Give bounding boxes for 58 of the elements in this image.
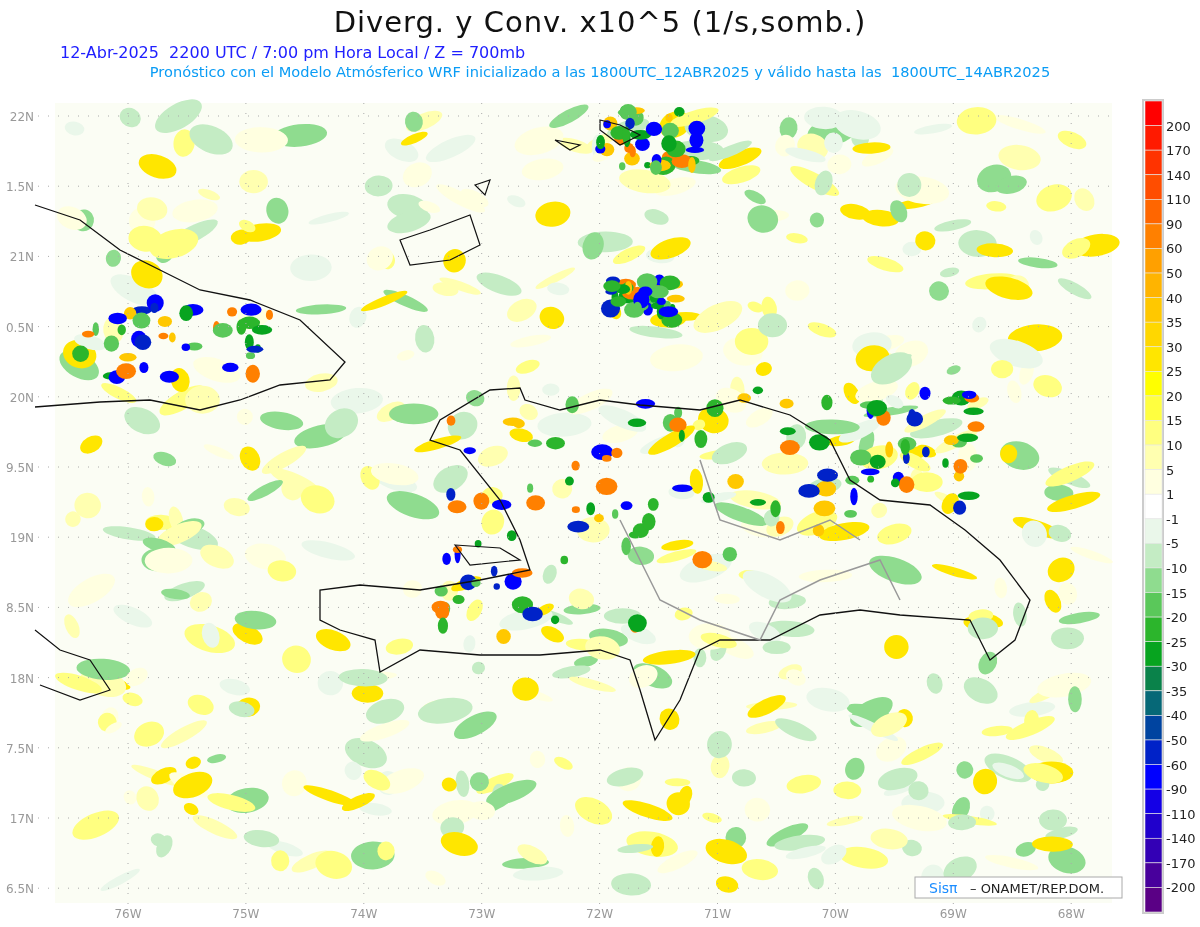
- longitude-label: 72W: [586, 907, 614, 921]
- colorbar-label: 140: [1166, 167, 1191, 183]
- colorbar-label: -15: [1166, 585, 1188, 601]
- colorbar-label: -40: [1166, 708, 1188, 724]
- longitude-label: 73W: [468, 907, 496, 921]
- longitude-label: 70W: [821, 907, 849, 921]
- colorbar-label: -60: [1166, 757, 1188, 773]
- colorbar-label: 10: [1166, 438, 1183, 454]
- colorbar-label: 30: [1166, 339, 1183, 355]
- latitude-label: 7.5N: [5, 741, 34, 756]
- colorbar-label: -50: [1166, 732, 1188, 748]
- latitude-label: 17N: [9, 812, 34, 826]
- colorbar-label: -200: [1166, 880, 1196, 896]
- longitude-label: 74W: [350, 907, 378, 921]
- colorbar-label: 110: [1166, 192, 1191, 208]
- latitude-label: 6.5N: [5, 882, 34, 897]
- colorbar-label: -140: [1166, 831, 1196, 847]
- chart-title: Diverg. y Conv. x10^5 (1/s,somb.): [333, 4, 867, 37]
- logo-text: Sisπ: [929, 880, 958, 896]
- colorbar-label: 200: [1166, 118, 1191, 134]
- colorbar-label: 15: [1166, 413, 1183, 429]
- colorbar-label: 170: [1166, 143, 1191, 159]
- credit-text: – ONAMET/REP.DOM.: [970, 881, 1105, 896]
- colorbar-label: 60: [1166, 241, 1183, 257]
- colorbar-label: 40: [1166, 290, 1183, 306]
- colorbar-label: 35: [1166, 315, 1183, 331]
- colorbar-label: -5: [1166, 536, 1179, 552]
- date-subtitle: 12-Abr-2025 2200 UTC / 7:00 pm Hora Local / Z = 700mb: [60, 45, 526, 61]
- longitude-label: 76W: [114, 907, 142, 921]
- latitude-label: 1.5N: [5, 180, 34, 195]
- colorbar-label: -170: [1166, 855, 1196, 871]
- latitude-label: 21N: [9, 250, 34, 265]
- longitude-label: 69W: [939, 907, 967, 921]
- longitude-label: 68W: [1057, 907, 1085, 921]
- colorbar-label: 20: [1166, 388, 1183, 404]
- colorbar-label: -90: [1166, 782, 1188, 798]
- latitude-label: 22N: [9, 110, 34, 124]
- colorbar-label: 5: [1166, 462, 1175, 478]
- colorbar-label: -35: [1166, 683, 1188, 699]
- colorbar-label: -30: [1166, 659, 1188, 675]
- colorbar-label: 90: [1166, 216, 1183, 232]
- latitude-label: 20N: [9, 390, 34, 405]
- latitude-label: 9.5N: [5, 461, 34, 475]
- colorbar-label: -20: [1166, 610, 1188, 626]
- longitude-label: 71W: [703, 907, 732, 921]
- latitude-label: 19N: [9, 531, 34, 546]
- latitude-label: 0.5N: [5, 320, 34, 335]
- latitude-label: 8.5N: [5, 601, 34, 616]
- colorbar-label: -1: [1166, 511, 1179, 527]
- forecast-note: Pronóstico con el Modelo Atmósferico WRF inicializado a las 1800UTC_12ABR2025 y válido hasta las 1800UTC_14ABR2025: [149, 65, 1051, 80]
- colorbar-label: -10: [1166, 560, 1188, 576]
- colorbar-label: -25: [1166, 634, 1188, 650]
- longitude-label: 75W: [232, 907, 260, 921]
- colorbar-label: -110: [1166, 806, 1196, 822]
- colorbar-label: 25: [1166, 364, 1183, 380]
- colorbar-label: 1: [1166, 487, 1175, 503]
- latitude-label: 18N: [9, 671, 34, 686]
- colorbar-label: 50: [1166, 266, 1183, 282]
